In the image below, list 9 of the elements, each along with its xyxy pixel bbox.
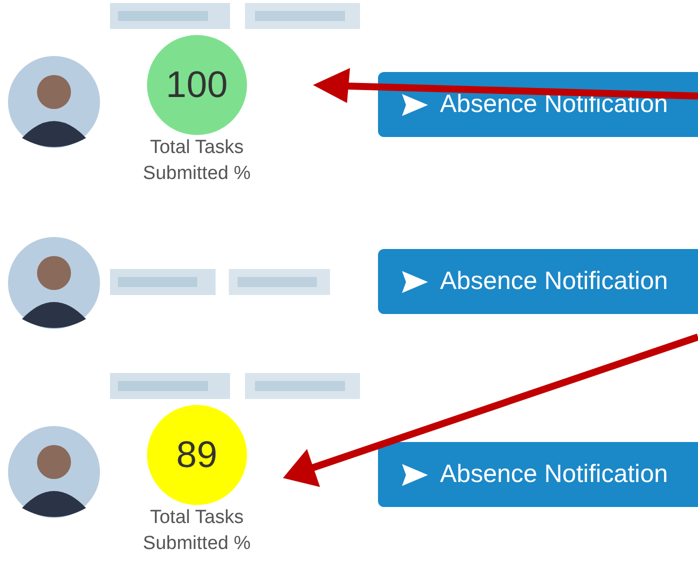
score-label: Submitted % [142,162,251,186]
send-icon [402,464,428,486]
send-icon [402,94,428,116]
send-icon [402,270,428,292]
score-label: Submitted % [142,532,251,556]
score-label: Total Tasks [150,136,244,160]
score-label: Total Tasks [150,506,244,530]
absence-notification-button[interactable]: Absence Notification [378,442,698,507]
absence-notification-button[interactable]: Absence Notification [378,249,698,314]
